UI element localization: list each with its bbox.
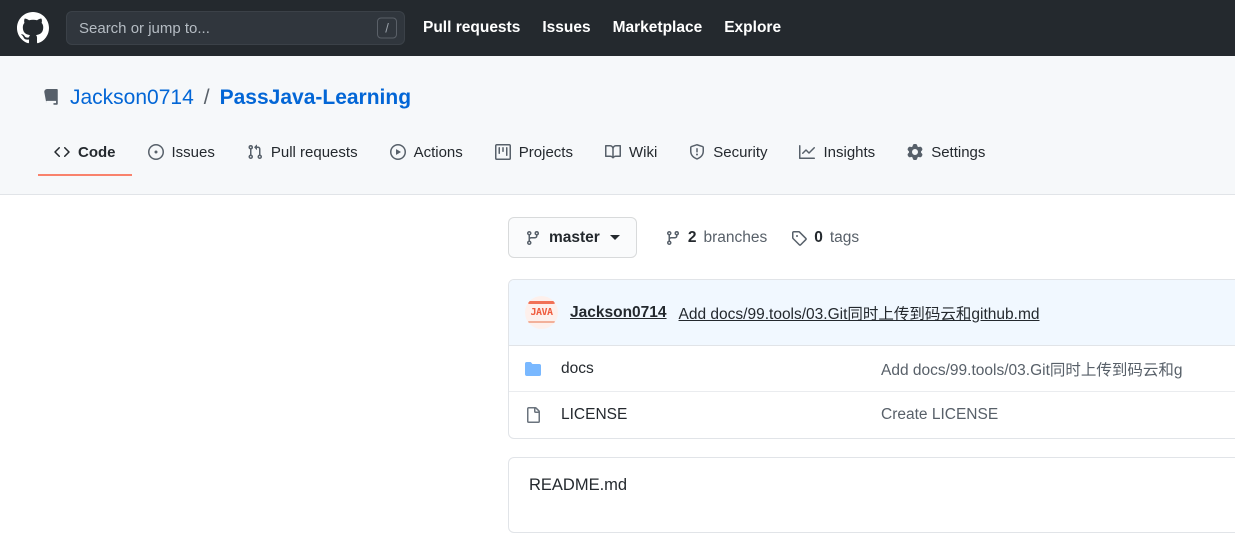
tags-count: 0 [814,228,823,246]
global-header: / Pull requests Issues Marketplace Explo… [0,0,1235,56]
nav-pull-requests[interactable]: Pull requests [423,19,520,37]
chevron-down-icon [609,235,620,240]
avatar-ring-bottom [528,321,555,323]
readme-title: README.md [529,476,628,494]
search-container: / [66,11,405,45]
tag-icon [792,230,808,246]
tab-issues[interactable]: Issues [132,128,231,176]
github-mark-icon[interactable] [16,11,50,45]
branch-selector-button[interactable]: master [508,217,637,258]
repository-tabs: Code Issues Pull requests Actions Projec… [0,128,1235,176]
graph-icon [799,145,816,159]
tab-settings-label: Settings [931,143,986,161]
tab-insights-label: Insights [823,143,876,161]
git-pull-request-icon [248,144,262,160]
tags-count-link[interactable]: 0 tags [791,229,859,247]
file-name-link[interactable]: LICENSE [561,406,881,424]
tab-projects[interactable]: Projects [479,128,589,176]
tab-pull-requests-label: Pull requests [270,143,358,161]
avatar-label: JAVA [530,306,553,318]
tab-code-label: Code [78,143,116,161]
table-row[interactable]: LICENSE Create LICENSE [509,392,1235,438]
tags-label: tags [829,228,860,246]
shield-icon [690,144,705,160]
commit-author-link[interactable]: Jackson0714 [570,304,667,322]
repo-owner-link[interactable]: Jackson0714 [70,86,194,110]
tab-wiki[interactable]: Wiki [589,128,673,176]
avatar[interactable]: JAVA [525,296,558,329]
file-listing-box: JAVA Jackson0714 Add docs/99.tools/03.Gi… [508,279,1235,439]
avatar-ring-top [528,301,555,304]
tab-insights[interactable]: Insights [783,128,891,176]
file-icon [525,407,543,423]
project-icon [494,144,511,160]
tab-security-label: Security [713,143,768,161]
tab-projects-label: Projects [518,143,573,161]
nav-explore[interactable]: Explore [724,19,781,37]
git-branch-icon [666,230,679,245]
nav-marketplace[interactable]: Marketplace [613,19,703,37]
tab-issues-label: Issues [171,143,215,161]
branches-count-link[interactable]: 2 branches [665,229,767,247]
tab-actions[interactable]: Actions [374,128,479,176]
tab-actions-label: Actions [413,143,463,161]
global-nav: Pull requests Issues Marketplace Explore [423,19,781,37]
breadcrumb-separator: / [203,86,210,109]
repo-name-link[interactable]: PassJava-Learning [220,86,411,110]
play-icon [389,144,406,160]
tab-wiki-label: Wiki [628,143,658,161]
branch-toolbar: master 2 branches 0 tags [508,217,1235,258]
repo-icon [44,89,58,105]
tab-pull-requests[interactable]: Pull requests [231,128,374,176]
tab-code[interactable]: Code [38,128,132,176]
branch-selector-label: master [549,228,600,246]
gear-icon [907,144,923,160]
search-shortcut-key: / [377,17,397,39]
readme-box: README.md [508,457,1235,533]
table-row[interactable]: docs Add docs/99.tools/03.Git同时上传到码云和g [509,346,1235,392]
breadcrumb: Jackson0714 / PassJava-Learning [0,72,1235,110]
tab-security[interactable]: Security [673,128,783,176]
issue-opened-icon [147,144,164,160]
branches-label: branches [703,228,768,246]
repository-header: Jackson0714 / PassJava-Learning Code Iss… [0,56,1235,195]
book-icon [604,144,621,159]
branch-tag-counts: 2 branches 0 tags [665,229,859,247]
git-branch-icon [526,230,539,245]
file-commit-message[interactable]: Add docs/99.tools/03.Git同时上传到码云和g [881,358,1183,380]
code-icon [54,146,70,158]
search-input[interactable] [66,11,405,45]
nav-issues[interactable]: Issues [542,19,590,37]
branches-count: 2 [687,228,697,246]
commit-message-link[interactable]: Add docs/99.tools/03.Git同时上传到码云和github.m… [679,302,1040,324]
code-view: master 2 branches 0 tags JAVA Jackson071 [0,195,1235,533]
folder-icon [525,361,543,377]
tab-settings[interactable]: Settings [891,128,1001,176]
file-commit-message[interactable]: Create LICENSE [881,406,998,424]
file-name-link[interactable]: docs [561,360,881,378]
latest-commit-bar: JAVA Jackson0714 Add docs/99.tools/03.Gi… [509,280,1235,346]
